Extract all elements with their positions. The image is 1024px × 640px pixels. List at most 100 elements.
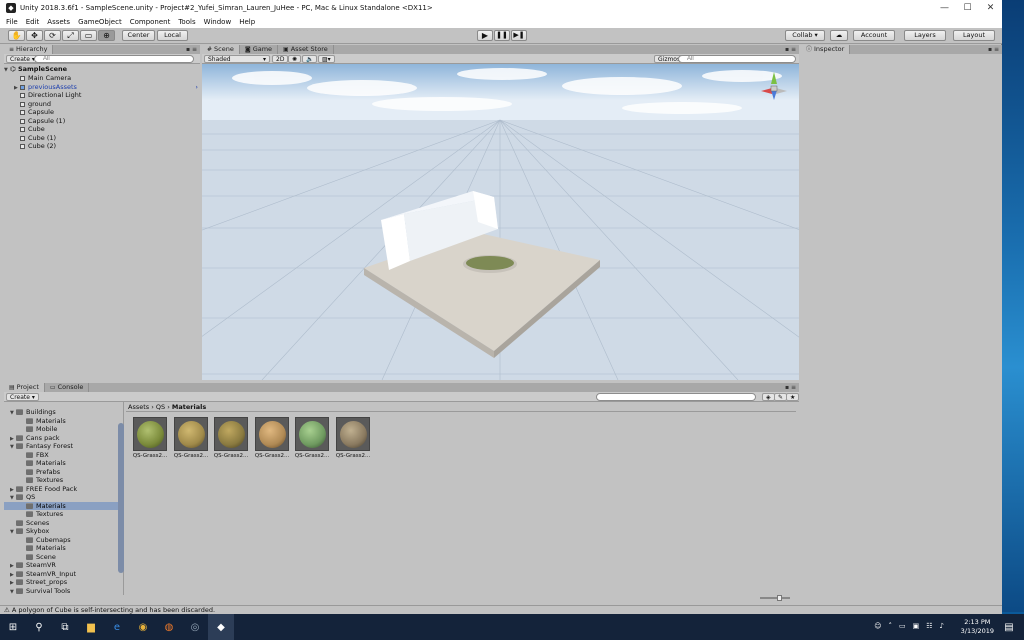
folder-tree-item[interactable]: ▶ FREE Food Pack [4, 485, 122, 494]
folder-tree-item[interactable]: ▶ SteamVR_Input [4, 570, 122, 579]
hierarchy-item-ground[interactable]: ground [4, 100, 200, 109]
hierarchy-item-previous-assets[interactable]: ▶ previousAssets › [4, 83, 200, 92]
people-icon[interactable]: ☺ [874, 622, 881, 630]
scale-tool-button[interactable]: ⤢ [62, 30, 79, 41]
menu-help[interactable]: Help [239, 18, 255, 26]
task-view-icon[interactable]: ⧉ [52, 614, 78, 640]
minimize-button[interactable]: — [933, 0, 956, 16]
audio-toggle-icon[interactable]: 🔈 [302, 55, 318, 63]
windows-start-icon[interactable]: ⊞ [0, 614, 26, 640]
unity-taskbar-icon[interactable]: ◆ [208, 614, 234, 640]
step-button[interactable]: ▶❚ [511, 30, 527, 41]
panel-menu-icon[interactable]: ▪ ≡ [785, 45, 796, 54]
pivot-local-button[interactable]: Local [157, 30, 188, 41]
pause-button[interactable]: ❚❚ [494, 30, 510, 41]
hierarchy-item-capsule[interactable]: Capsule [4, 108, 200, 117]
project-search-input[interactable] [596, 393, 756, 401]
menu-gameobject[interactable]: GameObject [78, 18, 122, 26]
hierarchy-item-cube[interactable]: Cube [4, 125, 200, 134]
tree-scrollbar[interactable] [118, 423, 124, 573]
slider-handle[interactable] [777, 595, 782, 601]
chevron-right-icon[interactable]: › [195, 83, 198, 92]
folder-tree-item[interactable]: ▶ Street_props [4, 578, 122, 587]
layers-dropdown[interactable]: Layers [904, 30, 946, 41]
close-button[interactable]: ✕ [979, 0, 1002, 16]
folder-tree-item[interactable]: Textures [4, 510, 122, 519]
collab-dropdown[interactable]: Collab ▾ [785, 30, 825, 41]
folder-tree-item[interactable]: Prefabs [4, 468, 122, 477]
folder-tree-item[interactable]: ▼ QS [4, 493, 122, 502]
menu-tools[interactable]: Tools [178, 18, 195, 26]
tab-asset-store[interactable]: ▣ Asset Store [278, 45, 334, 54]
menu-window[interactable]: Window [204, 18, 232, 26]
folder-tree-item[interactable]: Materials [4, 459, 122, 468]
material-thumbnail[interactable] [133, 417, 167, 451]
folder-tree-item[interactable]: Cubemaps [4, 536, 122, 545]
panel-menu-icon[interactable]: ▪ ≡ [186, 45, 197, 54]
folder-tree-item[interactable]: Materials [4, 417, 122, 426]
menu-edit[interactable]: Edit [26, 18, 40, 26]
material-thumbnail[interactable] [255, 417, 289, 451]
cloud-icon[interactable]: ☁ [830, 30, 848, 41]
pivot-center-button[interactable]: Center [122, 30, 155, 41]
material-thumbnail[interactable] [174, 417, 208, 451]
tab-hierarchy[interactable]: ≡ Hierarchy [4, 45, 54, 54]
menu-file[interactable]: File [6, 18, 18, 26]
folder-tree-item[interactable]: ▶ Cans pack [4, 434, 122, 443]
scene-root-row[interactable]: ▼ ⌬ SampleScene [4, 65, 200, 74]
folder-tree-item[interactable]: ▼ Skybox [4, 527, 122, 536]
tab-console[interactable]: ▭ Console [45, 383, 90, 392]
play-button[interactable]: ▶ [477, 30, 493, 41]
thumbnail-size-slider[interactable] [760, 597, 790, 599]
status-bar[interactable]: ⚠ A polygon of Cube is self-intersecting… [0, 605, 1002, 614]
folder-tree-item[interactable]: ▼ Fantasy Forest [4, 442, 122, 451]
search-icon[interactable]: ⚲ [26, 614, 52, 640]
tab-game[interactable]: ◙ Game [240, 45, 279, 54]
notification-icon[interactable]: ▤ [996, 614, 1022, 640]
folder-tree-item[interactable]: Mobile [4, 425, 122, 434]
rect-tool-button[interactable]: ▭ [80, 30, 97, 41]
folder-tree-item[interactable]: Materials [4, 501, 122, 510]
edge-browser-icon[interactable]: e [104, 614, 130, 640]
folder-tree-item[interactable]: FBX [4, 451, 122, 460]
tab-project[interactable]: ▤ Project [4, 383, 45, 392]
network-icon[interactable]: ☷ [926, 622, 932, 630]
panel-menu-icon[interactable]: ▪ ≡ [988, 45, 999, 54]
volume-icon[interactable]: ♪ [940, 622, 944, 630]
monitor-icon[interactable]: ▣ [913, 622, 920, 630]
filter-type-icon[interactable]: ◈ [762, 393, 775, 401]
hierarchy-item-cube-1[interactable]: Cube (1) [4, 134, 200, 143]
chevron-up-icon[interactable]: ˄ [889, 622, 893, 630]
project-create-button[interactable]: Create ▾ [6, 393, 39, 401]
menu-component[interactable]: Component [130, 18, 171, 26]
account-dropdown[interactable]: Account [853, 30, 895, 41]
hand-tool-button[interactable]: ✋ [8, 30, 25, 41]
folder-tree-item[interactable]: Textures [4, 476, 122, 485]
2d-toggle[interactable]: 2D [272, 55, 289, 63]
effects-toggle-icon[interactable]: ▨▾ [318, 55, 335, 63]
material-thumbnail[interactable] [214, 417, 248, 451]
folder-tree-item[interactable]: ▼ Survival Tools [4, 587, 122, 596]
folder-tree-item[interactable]: Scenes [4, 519, 122, 528]
breadcrumb-qs[interactable]: QS [156, 403, 165, 411]
panel-menu-icon[interactable]: ▪ ≡ [785, 383, 796, 392]
maximize-button[interactable]: ☐ [956, 0, 979, 16]
hierarchy-item-main-camera[interactable]: Main Camera [4, 74, 200, 83]
tab-scene[interactable]: # Scene [202, 45, 240, 54]
move-tool-button[interactable]: ✥ [26, 30, 43, 41]
scene-search-input[interactable] [678, 55, 796, 63]
hierarchy-item-cube-2[interactable]: Cube (2) [4, 142, 200, 151]
folder-tree-item[interactable]: Scene [4, 553, 122, 562]
tab-inspector[interactable]: ⓘ Inspector [801, 45, 851, 54]
breadcrumb-materials[interactable]: Materials [172, 403, 206, 411]
breadcrumb-assets[interactable]: Assets [128, 403, 149, 411]
firefox-icon[interactable]: ◍ [156, 614, 182, 640]
hierarchy-item-directional-light[interactable]: Directional Light [4, 91, 200, 100]
scene-gizmo[interactable] [757, 70, 791, 104]
favorite-star-icon[interactable]: ★ [786, 393, 800, 401]
rotate-tool-button[interactable]: ⟳ [44, 30, 61, 41]
shading-mode-dropdown[interactable]: Shaded ▾ [204, 55, 270, 63]
taskbar-clock[interactable]: 2:13 PM 3/13/2019 [961, 618, 994, 636]
lighting-toggle-icon[interactable]: ✺ [288, 55, 302, 63]
file-explorer-icon[interactable]: ▆ [78, 614, 104, 640]
